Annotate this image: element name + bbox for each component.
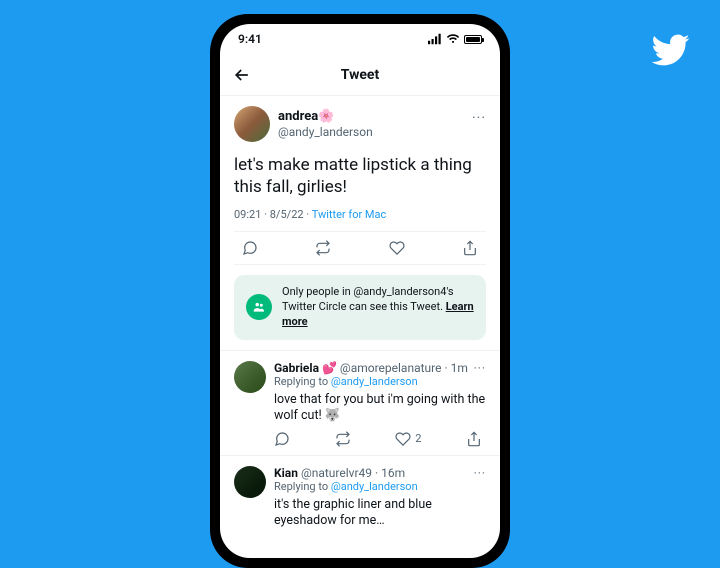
author-row[interactable]: andrea🌸 @andy_landerson ··· [234, 106, 486, 142]
author-info: andrea🌸 @andy_landerson [278, 109, 373, 139]
status-time: 9:41 [238, 32, 262, 46]
more-options-button[interactable]: ··· [472, 110, 486, 126]
reply-more-button[interactable]: ··· [474, 466, 486, 480]
cellular-icon [428, 33, 442, 45]
tweet-actions [234, 231, 486, 265]
replying-to: Replying to @andy_landerson [274, 375, 486, 388]
reply-body: Gabriela 💕 @amorepelanature · 1m ··· Rep… [274, 361, 486, 447]
reply-body: Kian @naturelvr49 · 16m ··· Replying to … [274, 466, 486, 530]
tweet-time: 09:21 [234, 208, 261, 221]
tweet-date: 8/5/22 [270, 208, 304, 221]
reply-item[interactable]: Gabriela 💕 @amorepelanature · 1m ··· Rep… [220, 350, 500, 455]
reply-handle: @amorepelanature [340, 361, 442, 375]
page-title: Tweet [341, 67, 379, 83]
retweet-icon[interactable] [335, 431, 351, 447]
retweet-icon[interactable] [315, 240, 331, 256]
share-icon[interactable] [466, 431, 482, 447]
battery-icon [464, 35, 482, 44]
replying-to-handle[interactable]: @andy_landerson [331, 375, 418, 388]
reply-icon[interactable] [242, 240, 258, 256]
reply-actions: 2 [274, 431, 486, 447]
circle-banner-text: Only people in @andy_landerson4's Twitte… [282, 285, 474, 330]
reply-text: love that for you but i'm going with the… [274, 392, 486, 425]
reply-time: 16m [381, 466, 405, 480]
phone-screen: 9:41 Tweet andrea🌸 @andy_landerson ··· [220, 24, 500, 558]
like-count: 2 [415, 432, 421, 445]
tweet-text: let's make matte lipstick a thing this f… [234, 154, 486, 198]
tweet-source[interactable]: Twitter for Mac [312, 208, 387, 221]
reply-more-button[interactable]: ··· [474, 361, 486, 375]
reply-item[interactable]: Kian @naturelvr49 · 16m ··· Replying to … [220, 455, 500, 538]
header: Tweet [220, 54, 500, 96]
reply-display-name: Gabriela 💕 [274, 361, 337, 375]
like-icon[interactable] [389, 240, 405, 256]
tweet-meta: 09:21 · 8/5/22 · Twitter for Mac [234, 208, 486, 231]
main-tweet: andrea🌸 @andy_landerson ··· let's make m… [220, 96, 500, 265]
author-handle: @andy_landerson [278, 125, 373, 139]
content-area: andrea🌸 @andy_landerson ··· let's make m… [220, 96, 500, 558]
reply-text: it's the graphic liner and blue eyeshado… [274, 497, 486, 530]
reply-handle: @naturelvr49 [301, 466, 372, 480]
replying-to-handle[interactable]: @andy_landerson [331, 480, 418, 493]
wifi-icon [446, 33, 460, 45]
status-bar: 9:41 [220, 24, 500, 54]
share-icon[interactable] [462, 240, 478, 256]
like-icon [395, 431, 411, 447]
phone-frame: 9:41 Tweet andrea🌸 @andy_landerson ··· [210, 14, 510, 568]
like-button[interactable]: 2 [395, 431, 421, 447]
circle-icon [246, 294, 272, 320]
twitter-circle-banner: Only people in @andy_landerson4's Twitte… [234, 275, 486, 340]
reply-display-name: Kian [274, 466, 298, 480]
reply-header: Gabriela 💕 @amorepelanature · 1m ··· [274, 361, 486, 375]
twitter-logo [650, 30, 690, 70]
reply-icon[interactable] [274, 431, 290, 447]
reply-avatar[interactable] [234, 361, 266, 393]
author-avatar[interactable] [234, 106, 270, 142]
reply-header: Kian @naturelvr49 · 16m ··· [274, 466, 486, 480]
circle-message: Only people in @andy_landerson4's Twitte… [282, 285, 454, 313]
reply-time: 1m [451, 361, 468, 375]
author-display-name: andrea🌸 [278, 109, 373, 125]
status-indicators [428, 33, 482, 45]
back-button[interactable] [232, 65, 252, 85]
replying-to: Replying to @andy_landerson [274, 480, 486, 493]
reply-avatar[interactable] [234, 466, 266, 498]
